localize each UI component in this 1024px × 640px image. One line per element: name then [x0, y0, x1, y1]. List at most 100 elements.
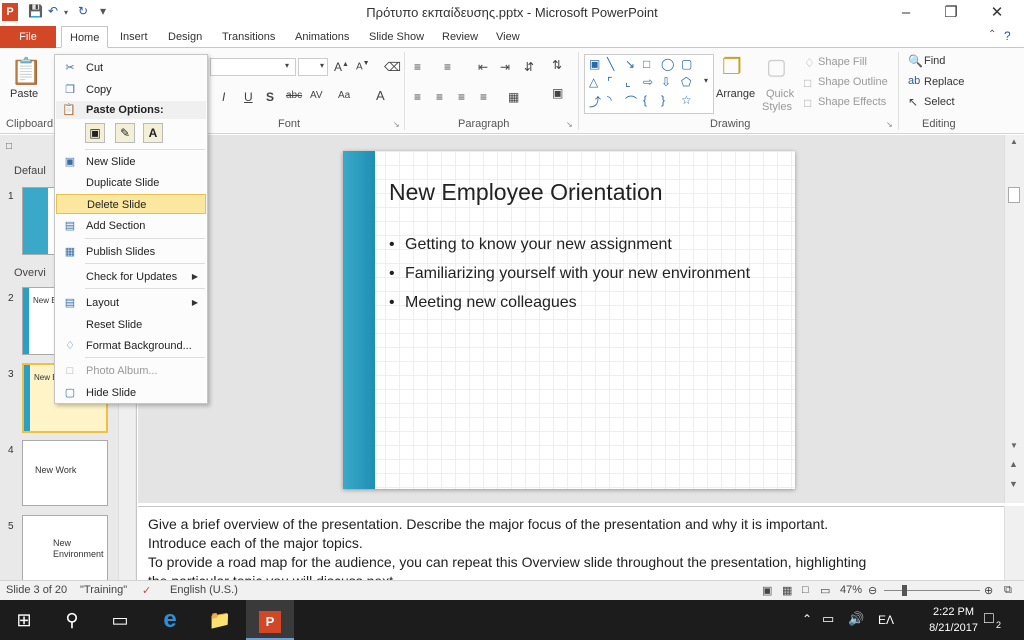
volume-icon[interactable]: 🔊	[848, 611, 864, 627]
quick-styles-label-2[interactable]: Styles	[762, 101, 792, 113]
paste-icon[interactable]: 📋	[10, 56, 42, 87]
menu-item-new-slide[interactable]: ▣ New Slide	[56, 152, 206, 172]
font-color-icon[interactable]: A	[376, 88, 385, 103]
menu-item-publish-slides[interactable]: ▦ Publish Slides	[56, 242, 206, 262]
file-explorer-icon[interactable]: 📁	[196, 600, 244, 640]
scroll-thumb[interactable]	[1008, 187, 1020, 203]
menu-item-layout[interactable]: ▤ Layout ▶	[56, 293, 206, 313]
input-language[interactable]: ΕΛ	[878, 613, 894, 627]
menu-item-hide-slide[interactable]: ▢ Hide Slide	[56, 383, 206, 403]
tab-slide-show[interactable]: Slide Show	[369, 26, 424, 48]
paste-text-only-icon[interactable]: A	[143, 123, 163, 143]
character-spacing-icon[interactable]: AV	[310, 90, 323, 101]
powerpoint-taskbar-icon[interactable]: P	[246, 600, 294, 640]
shapes-more-icon[interactable]: ▾	[704, 76, 708, 85]
rectangle-shape-icon[interactable]: □	[643, 57, 650, 71]
menu-item-check-for-updates[interactable]: Check for Updates ▶	[56, 267, 206, 287]
strikethrough-icon[interactable]: abc	[286, 90, 302, 101]
down-arrow-shape-icon[interactable]: ⇩	[661, 75, 671, 89]
reading-view-icon[interactable]: □	[802, 584, 809, 596]
tab-review[interactable]: Review	[442, 26, 478, 48]
underline-icon[interactable]: U	[244, 90, 253, 104]
menu-item-cut[interactable]: ✂ Cut	[56, 58, 206, 78]
font-dialog-launcher-icon[interactable]: ↘	[393, 120, 400, 129]
numbering-icon[interactable]: ≡	[444, 60, 451, 74]
tab-animations[interactable]: Animations	[295, 26, 349, 48]
bullets-icon[interactable]: ≡	[414, 60, 421, 74]
next-slide-icon[interactable]: ▼	[1009, 479, 1018, 489]
font-size-dropdown-icon[interactable]: ▾	[320, 61, 324, 70]
scroll-up-icon[interactable]: ▲	[1010, 137, 1018, 146]
network-icon[interactable]: ▭	[822, 611, 834, 627]
paste-keep-formatting-icon[interactable]: ✎	[115, 123, 135, 143]
notes-scrollbar[interactable]	[1004, 506, 1024, 580]
search-icon[interactable]: ⚲	[48, 600, 96, 640]
menu-item-reset-slide[interactable]: Reset Slide	[56, 315, 206, 335]
notes-pane[interactable]: Give a brief overview of the presentatio…	[138, 506, 1004, 580]
internet-explorer-icon[interactable]: e	[146, 600, 194, 640]
language-status[interactable]: English (U.S.)	[170, 584, 238, 596]
paragraph-dialog-launcher-icon[interactable]: ↘	[566, 120, 573, 129]
menu-item-duplicate-slide[interactable]: Duplicate Slide	[56, 173, 206, 193]
oval-shape-icon[interactable]: ◯	[661, 57, 674, 71]
text-box-shape-icon[interactable]: ▣	[589, 57, 600, 71]
slide-vertical-scrollbar[interactable]: ▲ ▼ ▲ ▼	[1004, 135, 1024, 503]
font-name-box[interactable]	[210, 58, 296, 76]
decrease-indent-icon[interactable]: ⇤	[478, 60, 488, 74]
elbow-connector-shape-icon[interactable]: ⌜	[607, 75, 613, 89]
zoom-out-icon[interactable]: ⊖	[868, 584, 877, 597]
left-brace-shape-icon[interactable]: {	[643, 93, 647, 107]
change-case-icon[interactable]: Aa	[338, 90, 350, 101]
line-spacing-icon[interactable]: ⇵	[524, 60, 534, 74]
collapse-ribbon-icon[interactable]: ⌃	[988, 29, 996, 40]
current-slide[interactable]: New Employee Orientation Getting to know…	[343, 151, 795, 489]
elbow-arrow-shape-icon[interactable]: ⌞	[625, 75, 631, 89]
right-brace-shape-icon[interactable]: }	[661, 93, 665, 107]
replace-button[interactable]: Replace	[924, 76, 964, 88]
find-button[interactable]: Find	[924, 55, 945, 67]
slide-bullet-list[interactable]: Getting to know your new assignment Fami…	[389, 233, 779, 320]
shadow-icon[interactable]: S	[266, 90, 274, 104]
previous-slide-icon[interactable]: ▲	[1009, 459, 1018, 469]
freeform-shape-icon[interactable]: ⌒	[625, 93, 637, 110]
select-button[interactable]: Select	[924, 96, 955, 108]
shape-fill-icon[interactable]: ♢	[804, 56, 815, 70]
fit-to-window-icon[interactable]: ⧉	[1004, 584, 1012, 597]
select-icon[interactable]: ↖	[908, 95, 918, 109]
line-shape-icon[interactable]: ╲	[607, 57, 614, 71]
arrow-shape-icon[interactable]: ↘	[625, 57, 635, 71]
zoom-slider[interactable]	[884, 590, 980, 591]
italic-icon[interactable]: I	[222, 90, 225, 104]
tab-design[interactable]: Design	[168, 26, 202, 48]
scroll-down-icon[interactable]: ▼	[1010, 441, 1018, 450]
restore-button[interactable]: ❐	[931, 2, 971, 24]
tab-insert[interactable]: Insert	[120, 26, 148, 48]
slide-thumbnail-4[interactable]: New Work	[22, 440, 108, 506]
menu-item-add-section[interactable]: ▤ Add Section	[56, 216, 206, 236]
tab-view[interactable]: View	[496, 26, 520, 48]
shape-fill-button[interactable]: Shape Fill	[818, 56, 867, 68]
arc-shape-icon[interactable]: ◝	[607, 93, 612, 107]
clock[interactable]: 2:22 PM 8/21/2017	[929, 604, 978, 636]
spell-check-icon[interactable]: ✓	[142, 584, 151, 597]
flowchart-shape-icon[interactable]: ⬠	[681, 75, 691, 89]
align-text-icon[interactable]: ▣	[552, 86, 563, 100]
shape-effects-button[interactable]: Shape Effects	[818, 96, 886, 108]
replace-icon[interactable]: ab	[908, 75, 920, 87]
curve-shape-icon[interactable]: ⤴	[589, 93, 601, 110]
shapes-gallery[interactable]: ▣ ╲ ↘ □ ◯ ▢ △ ⌜ ⌞ ⇨ ⇩ ⬠ ⤴ ◝ ⌒ { } ☆	[584, 54, 714, 114]
zoom-slider-thumb[interactable]	[902, 585, 907, 596]
tab-file[interactable]: File	[0, 26, 56, 48]
paste-button[interactable]: Paste	[10, 88, 38, 100]
show-hidden-icons-icon[interactable]: ⌃	[802, 612, 812, 626]
menu-item-photo-album[interactable]: □ Photo Album...	[56, 361, 206, 381]
action-center-icon[interactable]: □	[984, 610, 994, 628]
slide-title[interactable]: New Employee Orientation	[389, 179, 663, 206]
menu-item-delete-slide[interactable]: Delete Slide	[56, 194, 206, 214]
paste-destination-theme-icon[interactable]: ▣	[85, 123, 105, 143]
zoom-in-icon[interactable]: ⊕	[984, 584, 993, 597]
quick-styles-icon[interactable]: ▢	[766, 54, 787, 80]
align-right-icon[interactable]: ≡	[458, 90, 465, 104]
increase-indent-icon[interactable]: ⇥	[500, 60, 510, 74]
shape-outline-button[interactable]: Shape Outline	[818, 76, 888, 88]
